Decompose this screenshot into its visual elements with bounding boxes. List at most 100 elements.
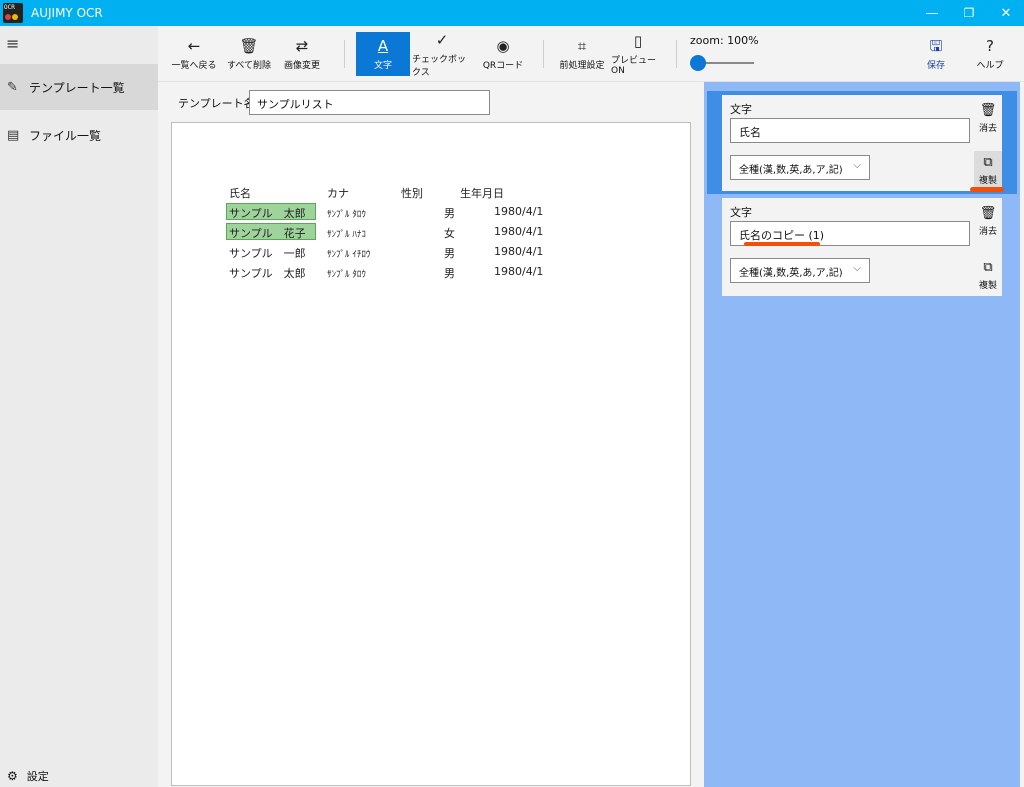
gear-icon: ⚙ (7, 769, 18, 783)
doc-cell-kana: ｻﾝﾌﾟﾙ ﾀﾛｳ (327, 210, 366, 220)
charset-select-value: 全種(漢,数,英,あ,ア,記) (739, 268, 843, 279)
doc-cell-name: サンプル 太郎 (229, 267, 306, 280)
template-name-input[interactable]: サンプルリスト (249, 90, 490, 115)
duplicate-field-button[interactable]: ⧉ 複製 (974, 260, 1002, 291)
annotation-underline (970, 187, 1004, 192)
arrow-left-icon: ← (187, 37, 201, 55)
template-canvas[interactable]: 氏名 カナ 性別 生年月日 サンプル 太郎 ｻﾝﾌﾟﾙ ﾀﾛｳ 男 1980/4… (171, 122, 691, 786)
zoom-slider-track[interactable] (698, 62, 754, 64)
doc-cell-dob: 1980/4/1 (494, 245, 544, 258)
doc-cell-name: サンプル 一郎 (229, 247, 306, 260)
copy-icon: ⧉ (983, 260, 993, 275)
preprocess-settings-button[interactable]: ⌗ 前処理設定 (556, 32, 608, 76)
nav-item-label: テンプレート一覧 (29, 80, 125, 95)
doc-cell-dob: 1980/4/1 (494, 265, 544, 278)
left-nav: ≡ ✎ テンプレート一覧 ▤ ファイル一覧 (0, 26, 158, 787)
doc-header-gender: 性別 (401, 187, 423, 200)
help-button[interactable]: ? ヘルプ (970, 32, 1010, 76)
doc-cell-gender: 男 (444, 207, 455, 220)
globe-icon: ◉ (496, 37, 510, 55)
delete-field-button[interactable]: 🗑 消去 (974, 103, 1002, 134)
charset-select[interactable]: 全種(漢,数,英,あ,ア,記) ⌵ (730, 258, 870, 283)
charset-select-value: 全種(漢,数,英,あ,ア,記) (739, 165, 843, 176)
back-to-list-button[interactable]: ← 一覧へ戻る (168, 32, 220, 76)
field-name-input[interactable]: 氏名 (730, 118, 970, 143)
duplicate-label: 複製 (978, 175, 997, 186)
maximize-button[interactable]: ❐ (951, 0, 987, 26)
close-button[interactable]: ✕ (988, 0, 1024, 26)
button-label: ヘルプ (976, 61, 1004, 71)
chevron-down-icon: ⌵ (853, 160, 861, 171)
qrcode-tool-button[interactable]: ◉ QRコード (480, 32, 526, 76)
duplicate-field-button[interactable]: ⧉ 複製 (974, 151, 1002, 189)
annotation-underline (744, 242, 820, 246)
doc-cell-name: サンプル 太郎 (229, 207, 306, 220)
app-logo-text: OCR (4, 4, 15, 11)
delete-field-button[interactable]: 🗑 消去 (974, 206, 1002, 237)
template-editor: テンプレート名： サンプルリスト 氏名 カナ 性別 生年月日 サンプル 太郎 ｻ… (158, 82, 704, 787)
delete-label: 消去 (978, 227, 997, 237)
preview-toggle-button[interactable]: ▯ プレビューON (611, 32, 665, 76)
trash-icon: 🗑 (979, 103, 997, 118)
field-card[interactable]: 文字 氏名 全種(漢,数,英,あ,ア,記) ⌵ 🗑 消去 ⧉ 複製 (722, 95, 1004, 192)
toolbar: ← 一覧へ戻る 🗑 すべて削除 ⇄ 画像変更 A 文字 ✓ チェックボックス ◉… (158, 26, 1024, 82)
edit-icon: ✎ (7, 79, 18, 95)
app-title: AUJIMY OCR (31, 6, 103, 20)
crop-icon: ⌗ (577, 37, 587, 55)
logo-dot-yellow (12, 14, 18, 20)
page-icon: ▯ (633, 32, 643, 50)
swap-icon: ⇄ (295, 37, 309, 55)
delete-label: 消去 (978, 124, 997, 134)
logo-dot-red (5, 14, 11, 20)
field-list-panel: 文字 氏名 全種(漢,数,英,あ,ア,記) ⌵ 🗑 消去 ⧉ 複製 文字 氏名の… (704, 82, 1020, 787)
change-image-button[interactable]: ⇄ 画像変更 (278, 32, 326, 76)
doc-cell-gender: 男 (444, 267, 455, 280)
title-bar: OCR AUJIMY OCR — ❐ ✕ (0, 0, 1024, 26)
help-icon: ? (986, 37, 994, 55)
copy-icon: ⧉ (983, 154, 993, 170)
button-label: チェックボックス (412, 54, 467, 78)
checkmark-icon: ✓ (435, 30, 449, 49)
text-tool-button[interactable]: A 文字 (356, 32, 410, 76)
minimize-button[interactable]: — (914, 0, 950, 26)
doc-cell-gender: 男 (444, 247, 455, 260)
doc-header-name: 氏名 (229, 187, 251, 200)
nav-item-templates[interactable]: ✎ テンプレート一覧 (0, 64, 158, 110)
trash-icon: 🗑 (239, 37, 259, 55)
zoom-slider-thumb[interactable] (690, 55, 706, 71)
settings-label: 設定 (26, 770, 49, 783)
button-label: 画像変更 (283, 61, 320, 71)
field-type-label: 文字 (730, 103, 752, 116)
nav-item-label: ファイル一覧 (29, 128, 102, 143)
doc-cell-dob: 1980/4/1 (494, 225, 544, 238)
hamburger-menu-icon[interactable]: ≡ (6, 34, 19, 53)
charset-select[interactable]: 全種(漢,数,英,あ,ア,記) ⌵ (730, 155, 870, 180)
app-logo: OCR (3, 3, 23, 23)
toolbar-divider (676, 40, 677, 68)
doc-cell-kana: ｻﾝﾌﾟﾙ ﾀﾛｳ (327, 270, 366, 280)
document-icon: ▤ (7, 127, 20, 143)
settings-button[interactable]: ⚙ 設定 (7, 768, 49, 784)
doc-cell-dob: 1980/4/1 (494, 205, 544, 218)
button-label: 一覧へ戻る (171, 61, 217, 71)
doc-header-dob: 生年月日 (460, 187, 504, 200)
field-type-label: 文字 (730, 206, 752, 219)
button-label: 前処理設定 (559, 61, 605, 71)
nav-item-files[interactable]: ▤ ファイル一覧 (0, 112, 158, 158)
doc-cell-kana: ｻﾝﾌﾟﾙ ﾊﾅｺ (327, 230, 366, 240)
save-icon: 🖫 (929, 37, 943, 55)
save-button[interactable]: 🖫 保存 (918, 32, 954, 76)
delete-all-button[interactable]: 🗑 すべて削除 (223, 32, 275, 76)
doc-cell-gender: 女 (444, 227, 455, 240)
doc-cell-kana: ｻﾝﾌﾟﾙ ｲﾁﾛｳ (327, 250, 371, 260)
button-label: QRコード (482, 61, 524, 71)
zoom-label: zoom: 100% (690, 34, 759, 47)
toolbar-divider (344, 40, 345, 68)
checkbox-tool-button[interactable]: ✓ チェックボックス (412, 30, 472, 78)
duplicate-label: 複製 (978, 281, 997, 291)
button-label: すべて削除 (226, 61, 271, 71)
button-label: プレビューON (611, 56, 657, 76)
trash-icon: 🗑 (979, 206, 997, 221)
button-label: 文字 (373, 61, 392, 71)
field-card[interactable]: 文字 氏名のコピー (1) 全種(漢,数,英,あ,ア,記) ⌵ 🗑 消去 ⧉ 複… (722, 198, 1002, 296)
